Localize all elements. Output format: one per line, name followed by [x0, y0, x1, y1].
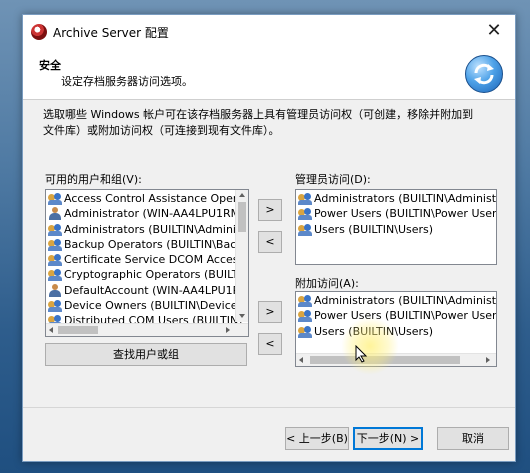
- scroll-right-icon[interactable]: [486, 357, 490, 363]
- footer-divider: [23, 407, 515, 408]
- available-user-item-label: Device Owners (BUILTIN\Device C: [64, 299, 249, 313]
- available-user-item[interactable]: Cryptographic Operators (BUILTI: [46, 267, 242, 282]
- admin-access-item-label: Users (BUILTIN\Users): [314, 222, 434, 236]
- wizard-header: 安全 设定存档服务器访问选项。: [23, 47, 515, 100]
- scroll-right-icon[interactable]: [226, 327, 230, 333]
- group-icon: [48, 223, 62, 236]
- admin-access-item-label: Administrators (BUILTIN\Administrat: [314, 192, 497, 205]
- horizontal-scrollbar[interactable]: [46, 323, 248, 336]
- admin-access-item[interactable]: Power Users (BUILTIN\Power Users): [296, 206, 496, 221]
- archive-server-app-icon: [31, 24, 47, 40]
- attach-access-item[interactable]: Power Users (BUILTIN\Power Users): [296, 308, 496, 323]
- available-user-item-label: DefaultAccount (WIN-AA4LPU1RM: [64, 283, 249, 297]
- available-user-item-label: Certificate Service DCOM Access (: [64, 253, 249, 267]
- next-button[interactable]: 下一步(N) >: [353, 427, 423, 450]
- group-icon: [48, 300, 62, 313]
- available-user-item[interactable]: Administrators (BUILTIN\Administ: [46, 222, 246, 237]
- available-users-label: 可用的用户和组(V):: [45, 173, 142, 186]
- admin-access-item[interactable]: Administrators (BUILTIN\Administrat: [296, 191, 496, 206]
- available-user-item-label: Cryptographic Operators (BUILTI: [64, 268, 242, 282]
- remove-from-admin-button[interactable]: <: [258, 231, 282, 253]
- remove-from-attach-button[interactable]: <: [258, 333, 282, 355]
- available-user-item-label: Backup Operators (BUILTIN\Back: [64, 237, 243, 251]
- admin-access-item[interactable]: Users (BUILTIN\Users): [296, 222, 496, 237]
- available-user-item[interactable]: Backup Operators (BUILTIN\Back: [46, 237, 243, 252]
- attach-access-label: 附加访问(A):: [295, 277, 359, 290]
- available-user-item-label: Access Control Assistance Operat: [64, 192, 249, 205]
- cursor-highlight: [341, 317, 399, 375]
- group-icon: [298, 295, 312, 307]
- available-user-item-label: Administrators (BUILTIN\Administ: [64, 222, 247, 236]
- description-text: 选取哪些 Windows 帐户可在该存档服务器上具有管理员访问权（可创建，移除并…: [43, 108, 474, 137]
- available-user-item[interactable]: Certificate Service DCOM Access (: [46, 252, 248, 267]
- group-icon: [298, 208, 312, 221]
- available-user-item[interactable]: DefaultAccount (WIN-AA4LPU1RM: [46, 283, 248, 298]
- admin-access-item-label: Power Users (BUILTIN\Power Users): [314, 207, 497, 221]
- group-icon: [298, 193, 312, 205]
- title-bar: Archive Server 配置 ✕: [23, 15, 515, 47]
- admin-access-list[interactable]: Administrators (BUILTIN\Administrat Power…: [295, 189, 497, 265]
- user-icon: [49, 207, 61, 221]
- group-icon: [48, 269, 62, 282]
- horizontal-scroll-thumb[interactable]: [58, 326, 98, 334]
- group-icon: [48, 254, 62, 267]
- available-user-item[interactable]: Access Control Assistance Operat: [46, 191, 248, 206]
- user-icon: [49, 283, 61, 297]
- cancel-button[interactable]: 取消: [437, 427, 509, 450]
- available-users-list[interactable]: Access Control Assistance Operat Administ…: [45, 189, 249, 337]
- available-user-item[interactable]: Administrator (WIN-AA4LPU1RMD: [46, 206, 248, 221]
- group-icon: [298, 325, 312, 338]
- mouse-pointer-icon: [355, 345, 367, 363]
- group-icon: [298, 223, 312, 236]
- attach-access-item-label: Administrators (BUILTIN\Administrat: [314, 294, 497, 307]
- close-button[interactable]: ✕: [479, 19, 509, 43]
- window-title: Archive Server 配置: [53, 26, 169, 40]
- sync-arrows-icon: [465, 55, 503, 93]
- admin-access-label: 管理员访问(D):: [295, 173, 371, 186]
- available-user-item[interactable]: Device Owners (BUILTIN\Device C: [46, 298, 248, 313]
- group-icon: [298, 310, 312, 323]
- attach-access-item-label: Power Users (BUILTIN\Power Users): [314, 309, 497, 323]
- vertical-scrollbar[interactable]: [235, 190, 248, 322]
- page-title: 安全: [39, 59, 61, 72]
- scroll-up-icon[interactable]: [239, 193, 245, 197]
- back-button[interactable]: < 上一步(B): [285, 427, 349, 450]
- group-icon: [48, 193, 62, 205]
- page-subtitle: 设定存档服务器访问选项。: [61, 75, 193, 88]
- group-icon: [48, 238, 62, 251]
- available-user-item-label: Administrator (WIN-AA4LPU1RMD: [64, 207, 249, 221]
- find-users-button[interactable]: 查找用户或组: [45, 343, 247, 366]
- add-to-admin-button[interactable]: >: [258, 199, 282, 221]
- configuration-dialog: Archive Server 配置 ✕ 安全 设定存档服务器访问选项。 选取哪些…: [22, 14, 516, 462]
- scroll-left-icon[interactable]: [49, 327, 53, 333]
- vertical-scroll-thumb[interactable]: [238, 202, 246, 232]
- scroll-left-icon[interactable]: [299, 357, 303, 363]
- attach-access-item[interactable]: Administrators (BUILTIN\Administrat: [296, 293, 496, 308]
- scroll-down-icon[interactable]: [239, 314, 245, 318]
- add-to-attach-button[interactable]: >: [258, 301, 282, 323]
